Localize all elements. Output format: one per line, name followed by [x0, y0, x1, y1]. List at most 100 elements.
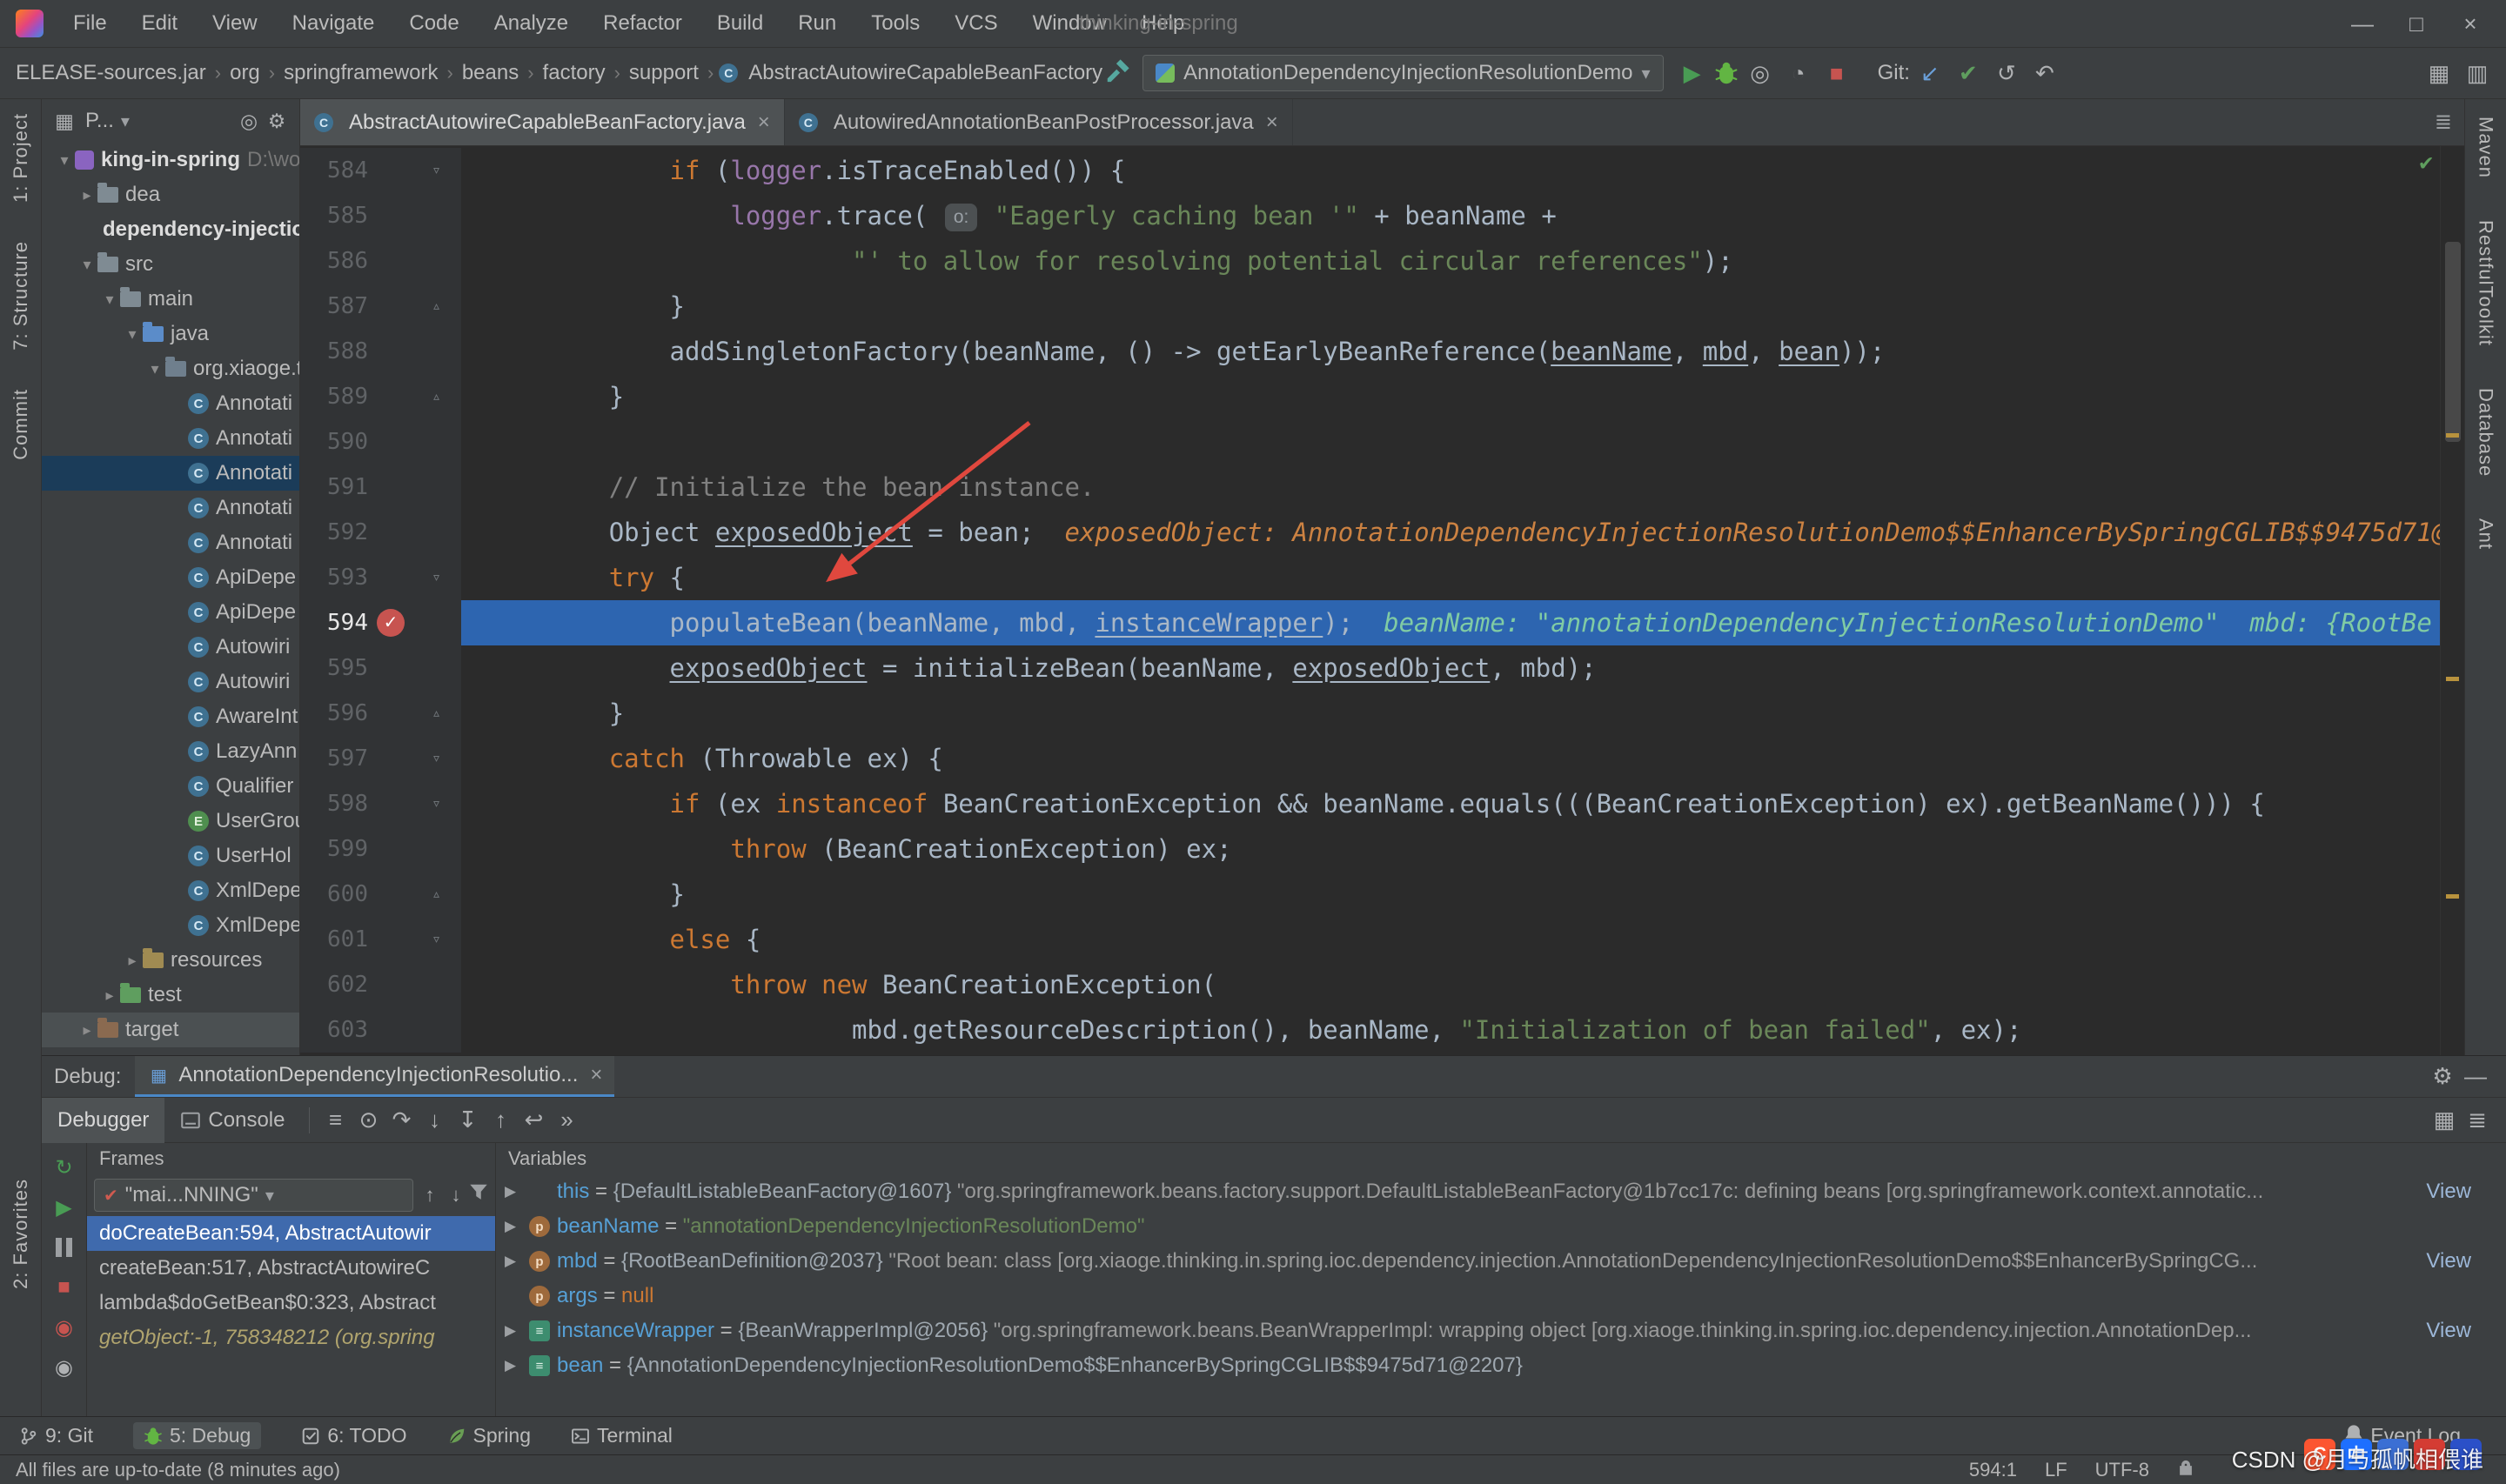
run-to-cursor-icon[interactable]: » [550, 1104, 583, 1137]
breadcrumb-item[interactable]: org [226, 61, 264, 85]
tool-window-button-structure[interactable]: 7: Structure [10, 241, 32, 351]
code-text[interactable]: if (logger.isTraceEnabled()) { [461, 148, 2464, 193]
tool-window-button-maven[interactable]: Maven [2475, 117, 2497, 178]
code-line[interactable]: 584 ▿ if (logger.isTraceEnabled()) { [300, 148, 2464, 193]
run-config-selector[interactable]: AnnotationDependencyInjectionResolutionD… [1142, 55, 1664, 91]
tree-item[interactable]: C Annotati [42, 525, 299, 560]
tree-item[interactable]: ▸ target [42, 1013, 299, 1047]
tree-item[interactable]: ▸ test [42, 978, 299, 1013]
code-text[interactable]: } [461, 374, 2464, 419]
editor-tab[interactable]: C AutowiredAnnotationBeanPostProcessor.ja… [785, 99, 1293, 145]
bug-icon[interactable] [1714, 61, 1739, 85]
code-line[interactable]: 595 exposedObject = initializeBean(beanN… [300, 645, 2464, 691]
code-text[interactable]: mbd.getResourceDescription(), beanName, … [461, 1007, 2464, 1053]
stack-frame[interactable]: getObject:-1, 758348212 (org.spring [87, 1320, 495, 1355]
hide-icon[interactable]: — [2459, 1060, 2492, 1093]
chevron-down-icon[interactable]: ▾ [122, 325, 143, 344]
warning-stripe-mark[interactable] [2446, 433, 2459, 438]
menu-run[interactable]: Run [781, 0, 854, 47]
editor-scrollbar[interactable] [2440, 146, 2464, 1055]
menu-build[interactable]: Build [700, 0, 781, 47]
editor[interactable]: 584 ▿ if (logger.isTraceEnabled()) {585 l… [300, 146, 2464, 1055]
tree-item[interactable]: C AwareInt [42, 699, 299, 734]
code-line[interactable]: 596 ▵ } [300, 691, 2464, 736]
funnel-icon[interactable] [469, 1182, 488, 1201]
menu-refactor[interactable]: Refactor [586, 0, 700, 47]
editor-tab[interactable]: C AbstractAutowireCapableBeanFactory.java… [300, 99, 785, 145]
rerun-icon[interactable]: ↻ [50, 1153, 78, 1181]
history-icon[interactable]: ↺ [1990, 57, 2023, 90]
tree-item[interactable]: C ApiDepe [42, 560, 299, 595]
tree-item[interactable]: C Autowiri [42, 665, 299, 699]
code-line[interactable]: 587 ▵ } [300, 284, 2464, 329]
tree-item[interactable]: C XmlDepe [42, 873, 299, 908]
code-line[interactable]: 593 ▿ try { [300, 555, 2464, 600]
show-execution-point-icon[interactable]: ⊙ [352, 1104, 385, 1137]
stop-icon[interactable]: ■ [50, 1273, 78, 1301]
pause-icon[interactable] [50, 1233, 78, 1261]
tool-window-button-spring[interactable]: Spring [447, 1424, 531, 1447]
code-line[interactable]: 592 Object exposedObject = bean; exposed… [300, 510, 2464, 555]
layout-icon[interactable]: ▦ [2422, 57, 2456, 90]
tree-item[interactable]: ▸ dea [42, 177, 299, 212]
code-text[interactable]: exposedObject = initializeBean(beanName,… [461, 645, 2464, 691]
tree-item[interactable]: ▾ org.xiaoge.th [42, 351, 299, 386]
code-text[interactable]: logger.trace( o: "Eagerly caching bean '… [461, 193, 2464, 238]
tree-item[interactable]: C XmlDepe [42, 908, 299, 943]
tab-close-icon[interactable]: × [590, 1063, 602, 1087]
hammer-icon[interactable] [1106, 58, 1130, 83]
update-project-icon[interactable]: ↙ [1913, 57, 1947, 90]
code-line[interactable]: 591 // Initialize the bean instance. [300, 465, 2464, 510]
up-icon[interactable]: ↑ [417, 1182, 443, 1208]
chevron-down-icon[interactable]: ▾ [144, 360, 165, 378]
tree-item[interactable]: C Annotati [42, 386, 299, 421]
tab-close-icon[interactable]: × [1266, 110, 1278, 135]
menu-analyze[interactable]: Analyze [477, 0, 586, 47]
menu-navigate[interactable]: Navigate [275, 0, 392, 47]
breadcrumb-item[interactable]: factory [539, 61, 609, 85]
resume-icon[interactable]: ▶ [50, 1193, 78, 1221]
tab-console[interactable]: Console [164, 1098, 300, 1143]
variable-row[interactable]: ▶ p beanName = "annotationDependencyInject… [496, 1209, 2506, 1244]
tool-window-button-commit[interactable]: Commit [10, 389, 32, 460]
code-text[interactable]: } [461, 284, 2464, 329]
code-text[interactable]: try { [461, 555, 2464, 600]
code-line[interactable]: 588 addSingletonFactory(beanName, () -> … [300, 329, 2464, 374]
variable-row[interactable]: ▶ ≡ bean = {AnnotationDependencyInjectionR… [496, 1348, 2506, 1383]
code-line[interactable]: 598 ▿ if (ex instanceof BeanCreationExcep… [300, 781, 2464, 826]
code-line[interactable]: 585 logger.trace( o: "Eagerly caching be… [300, 193, 2464, 238]
menu-edit[interactable]: Edit [124, 0, 195, 47]
coverage-icon[interactable]: ◎ [1744, 57, 1777, 90]
tree-item[interactable]: C ApiDepe [42, 595, 299, 630]
tool-window-button-todo[interactable]: 6: TODO [301, 1424, 407, 1447]
tree-item[interactable]: ▸ resources [42, 943, 299, 978]
tool-window-button-git[interactable]: 9: Git [19, 1424, 93, 1447]
variable-row[interactable]: ▶ this = {DefaultListableBeanFactory@1607… [496, 1174, 2506, 1209]
tool-window-button-favorites[interactable]: 2: Favorites [10, 1179, 32, 1289]
code-line[interactable]: 603 mbd.getResourceDescription(), beanNa… [300, 1007, 2464, 1053]
line-ending-widget[interactable]: LF [2045, 1459, 2067, 1481]
debug-session-tab[interactable]: ▦ AnnotationDependencyInjectionResolutio… [135, 1056, 615, 1097]
step-out-icon[interactable]: ↑ [484, 1104, 517, 1137]
tree-item[interactable]: ▾ main [42, 282, 299, 317]
locate-file-icon[interactable]: ◎ [235, 107, 263, 135]
chevron-right-icon[interactable]: ▸ [77, 186, 97, 204]
run-icon[interactable]: ▶ [1676, 57, 1709, 90]
code-text[interactable]: populateBean(beanName, mbd, instanceWrap… [461, 600, 2464, 645]
drop-frame-icon[interactable]: ↩ [517, 1104, 550, 1137]
tree-item[interactable]: C Annotati [42, 421, 299, 456]
code-text[interactable]: if (ex instanceof BeanCreationException … [461, 781, 2464, 826]
code-text[interactable]: throw new BeanCreationException( [461, 962, 2464, 1007]
breadcrumb-item[interactable]: beans [459, 61, 522, 85]
chevron-right-icon[interactable]: ▸ [77, 1021, 97, 1039]
variable-row[interactable]: p args = null [496, 1279, 2506, 1314]
code-line[interactable]: 601 ▿ else { [300, 917, 2464, 962]
close-button[interactable]: × [2443, 10, 2497, 37]
code-line[interactable]: 602 throw new BeanCreationException( [300, 962, 2464, 1007]
tree-item[interactable]: C LazyAnn [42, 734, 299, 769]
view-link[interactable]: View [2426, 1180, 2471, 1204]
caret-position-widget[interactable]: 594:1 [1969, 1459, 2017, 1481]
code-line[interactable]: 597 ▿ catch (Throwable ex) { [300, 736, 2464, 781]
tree-item[interactable]: ▾ king-in-spring D:\wor [42, 143, 299, 177]
tree-item[interactable]: ▾ src [42, 247, 299, 282]
